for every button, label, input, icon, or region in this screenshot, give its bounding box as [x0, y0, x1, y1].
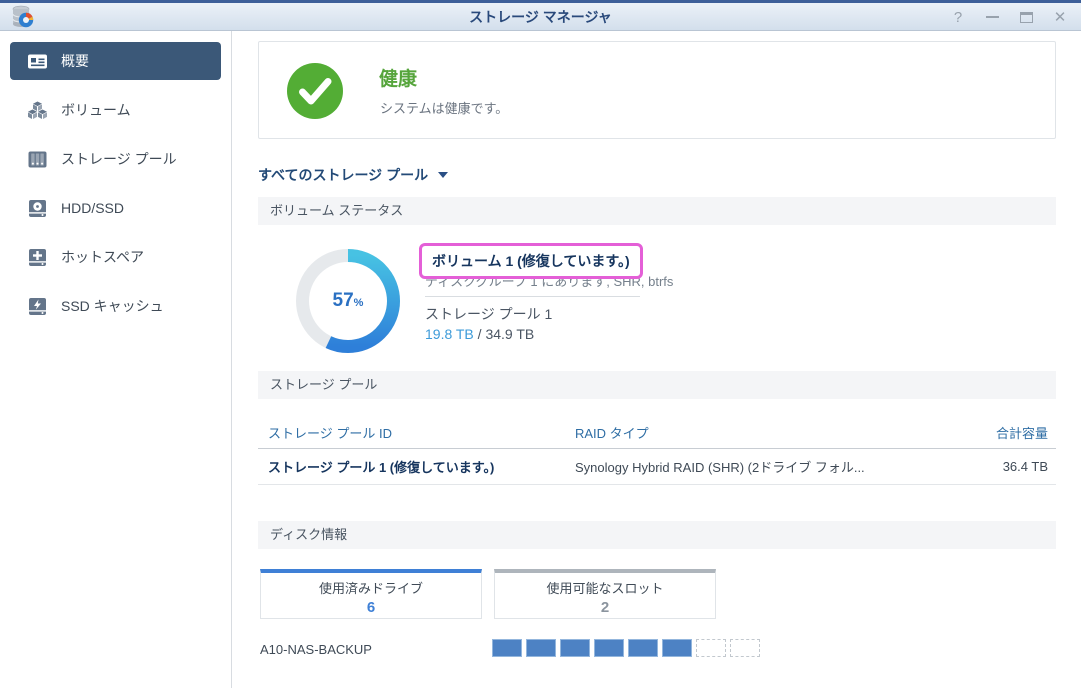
- column-header-pool-id: ストレージ プール ID: [258, 423, 575, 442]
- sidebar-item-label: SSD キャッシュ: [61, 296, 164, 316]
- health-card: 健康 システムは健康です。: [258, 41, 1056, 139]
- tab-label: 使用済みドライブ: [261, 578, 481, 597]
- disk-slot-used: [662, 639, 692, 657]
- volume-capacity-usage: 19.8 TB / 34.9 TB: [425, 326, 534, 342]
- total-capacity-cell: 36.4 TB: [956, 459, 1056, 474]
- volume-used-capacity: 19.8 TB: [425, 326, 474, 342]
- sidebar-item-hdd-ssd[interactable]: HDD/SSD: [10, 189, 221, 227]
- storage-manager-window: ストレージ マネージャ ? ✕ 概要: [0, 0, 1081, 688]
- help-icon[interactable]: ?: [951, 9, 965, 25]
- tab-used-drives[interactable]: 使用済みドライブ 6: [260, 569, 482, 619]
- used-drives-count: 6: [261, 599, 481, 616]
- volume-status-section-header: ボリューム ステータス: [258, 197, 1056, 225]
- sidebar-item-label: 概要: [61, 51, 89, 71]
- disk-slot-used: [526, 639, 556, 657]
- device-name: A10-NAS-BACKUP: [260, 642, 372, 657]
- disk-slot-used: [594, 639, 624, 657]
- volume-title-annotation-box: ボリューム 1 (修復しています。): [419, 243, 643, 279]
- storage-pool-filter-dropdown[interactable]: すべてのストレージ プール: [258, 165, 448, 185]
- available-slots-count: 2: [495, 599, 715, 616]
- window-controls: ? ✕: [951, 3, 1067, 31]
- maximize-icon[interactable]: [1019, 9, 1033, 25]
- capacity-separator: /: [474, 326, 486, 342]
- close-icon[interactable]: ✕: [1053, 9, 1067, 25]
- ssd-cache-icon: [27, 296, 48, 317]
- sidebar-item-label: ストレージ プール: [61, 149, 177, 169]
- sidebar-item-volume[interactable]: ボリューム: [10, 91, 221, 129]
- overview-icon: [27, 51, 48, 72]
- hot-spare-icon: [27, 247, 48, 268]
- main-content: 健康 システムは健康です。 すべてのストレージ プール ボリューム ステータス: [233, 31, 1081, 688]
- volume-cubes-icon: [27, 100, 48, 121]
- sidebar-item-hot-spare[interactable]: ホットスペア: [10, 238, 221, 276]
- sidebar-item-ssd-cache[interactable]: SSD キャッシュ: [10, 287, 221, 325]
- sidebar-item-label: HDD/SSD: [61, 200, 124, 216]
- column-header-total-capacity: 合計容量: [956, 423, 1056, 442]
- volume-usage-donut-chart: 57%: [296, 249, 400, 353]
- disk-slot-row: [492, 639, 760, 657]
- raid-type-cell: Synology Hybrid RAID (SHR) (2ドライブ フォル...: [575, 457, 956, 476]
- sidebar: 概要 ボリューム: [0, 31, 232, 688]
- storage-pool-icon: [27, 149, 48, 170]
- chevron-down-icon: [438, 172, 448, 178]
- health-check-icon: [287, 63, 343, 119]
- table-row[interactable]: ストレージ プール 1 (修復しています。) Synology Hybrid R…: [258, 449, 1056, 485]
- disk-slot-used: [560, 639, 590, 657]
- sidebar-item-storage-pool[interactable]: ストレージ プール: [10, 140, 221, 178]
- health-description: システムは健康です。: [380, 98, 508, 117]
- tab-label: 使用可能なスロット: [495, 578, 715, 597]
- titlebar[interactable]: ストレージ マネージャ ? ✕: [0, 3, 1081, 31]
- sidebar-item-label: ボリューム: [61, 100, 131, 120]
- table-header-row: ストレージ プール ID RAID タイプ 合計容量: [258, 416, 1056, 449]
- volume-pool-name: ストレージ プール 1: [425, 304, 552, 324]
- disk-device-row: A10-NAS-BACKUP: [260, 639, 1056, 659]
- sidebar-item-overview[interactable]: 概要: [10, 42, 221, 80]
- window-title: ストレージ マネージャ: [0, 3, 1081, 31]
- hdd-ssd-icon: [27, 198, 48, 219]
- storage-pool-section-header: ストレージ プール: [258, 371, 1056, 399]
- volume-divider: [425, 296, 640, 297]
- tab-available-slots[interactable]: 使用可能なスロット 2: [494, 569, 716, 619]
- disk-slot-used: [492, 639, 522, 657]
- health-status-text: 健康: [379, 64, 417, 91]
- sidebar-item-label: ホットスペア: [61, 247, 144, 267]
- volume-usage-percent: 57%: [296, 249, 400, 353]
- pool-id-cell: ストレージ プール 1 (修復しています。): [258, 457, 575, 476]
- disk-info-tabs: 使用済みドライブ 6 使用可能なスロット 2: [260, 569, 716, 619]
- pool-filter-label: すべてのストレージ プール: [258, 165, 428, 185]
- disk-info-section-header: ディスク情報: [258, 521, 1056, 549]
- disk-slot-empty: [730, 639, 760, 657]
- storage-pool-table: ストレージ プール ID RAID タイプ 合計容量 ストレージ プール 1 (…: [258, 416, 1056, 485]
- minimize-icon[interactable]: [985, 9, 999, 25]
- disk-slot-empty: [696, 639, 726, 657]
- disk-slot-used: [628, 639, 658, 657]
- column-header-raid-type: RAID タイプ: [575, 423, 956, 442]
- volume-total-capacity: 34.9 TB: [485, 326, 534, 342]
